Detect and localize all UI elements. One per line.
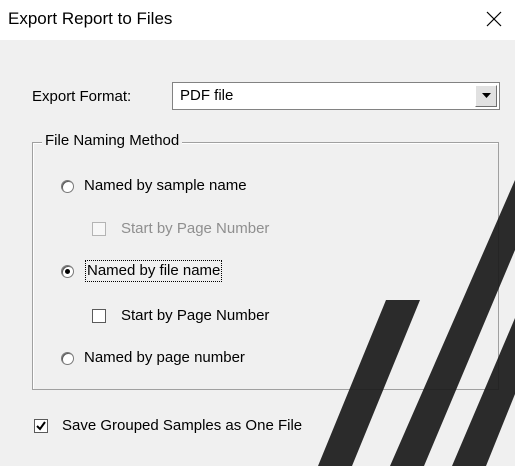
named-by-sample-name-label[interactable]: Named by sample name	[84, 177, 247, 195]
dialog-title: Export Report to Files	[8, 9, 173, 28]
title-bar: Export Report to Files	[0, 0, 515, 40]
chevron-down-icon	[482, 93, 491, 98]
export-format-dropdown-button[interactable]	[475, 85, 497, 107]
sample-start-by-page-checkbox[interactable]	[92, 222, 106, 236]
file-start-by-page-label[interactable]: Start by Page Number	[121, 307, 269, 325]
close-button[interactable]	[469, 0, 515, 40]
checkmark-icon	[36, 421, 46, 431]
file-start-by-page-checkbox[interactable]	[92, 309, 106, 323]
radio-selected-dot	[65, 269, 70, 274]
export-format-label: Export Format:	[32, 88, 132, 105]
named-by-file-name-label[interactable]: Named by file name	[84, 260, 223, 282]
sample-start-by-page-label: Start by Page Number	[121, 220, 270, 237]
file-naming-legend: File Naming Method	[42, 132, 183, 150]
export-report-dialog: Export Report to Files Export Format: PD…	[0, 0, 515, 466]
radio-named-by-sample-name[interactable]	[61, 180, 74, 193]
save-grouped-label[interactable]: Save Grouped Samples as One File	[62, 417, 302, 435]
radio-named-by-file-name[interactable]	[61, 265, 74, 278]
save-grouped-checkbox[interactable]	[34, 419, 48, 433]
named-by-page-number-label[interactable]: Named by page number	[84, 349, 245, 367]
close-icon	[486, 11, 502, 27]
radio-named-by-page-number[interactable]	[61, 352, 74, 365]
export-format-select[interactable]: PDF file	[172, 82, 500, 110]
export-format-value: PDF file	[180, 87, 234, 104]
